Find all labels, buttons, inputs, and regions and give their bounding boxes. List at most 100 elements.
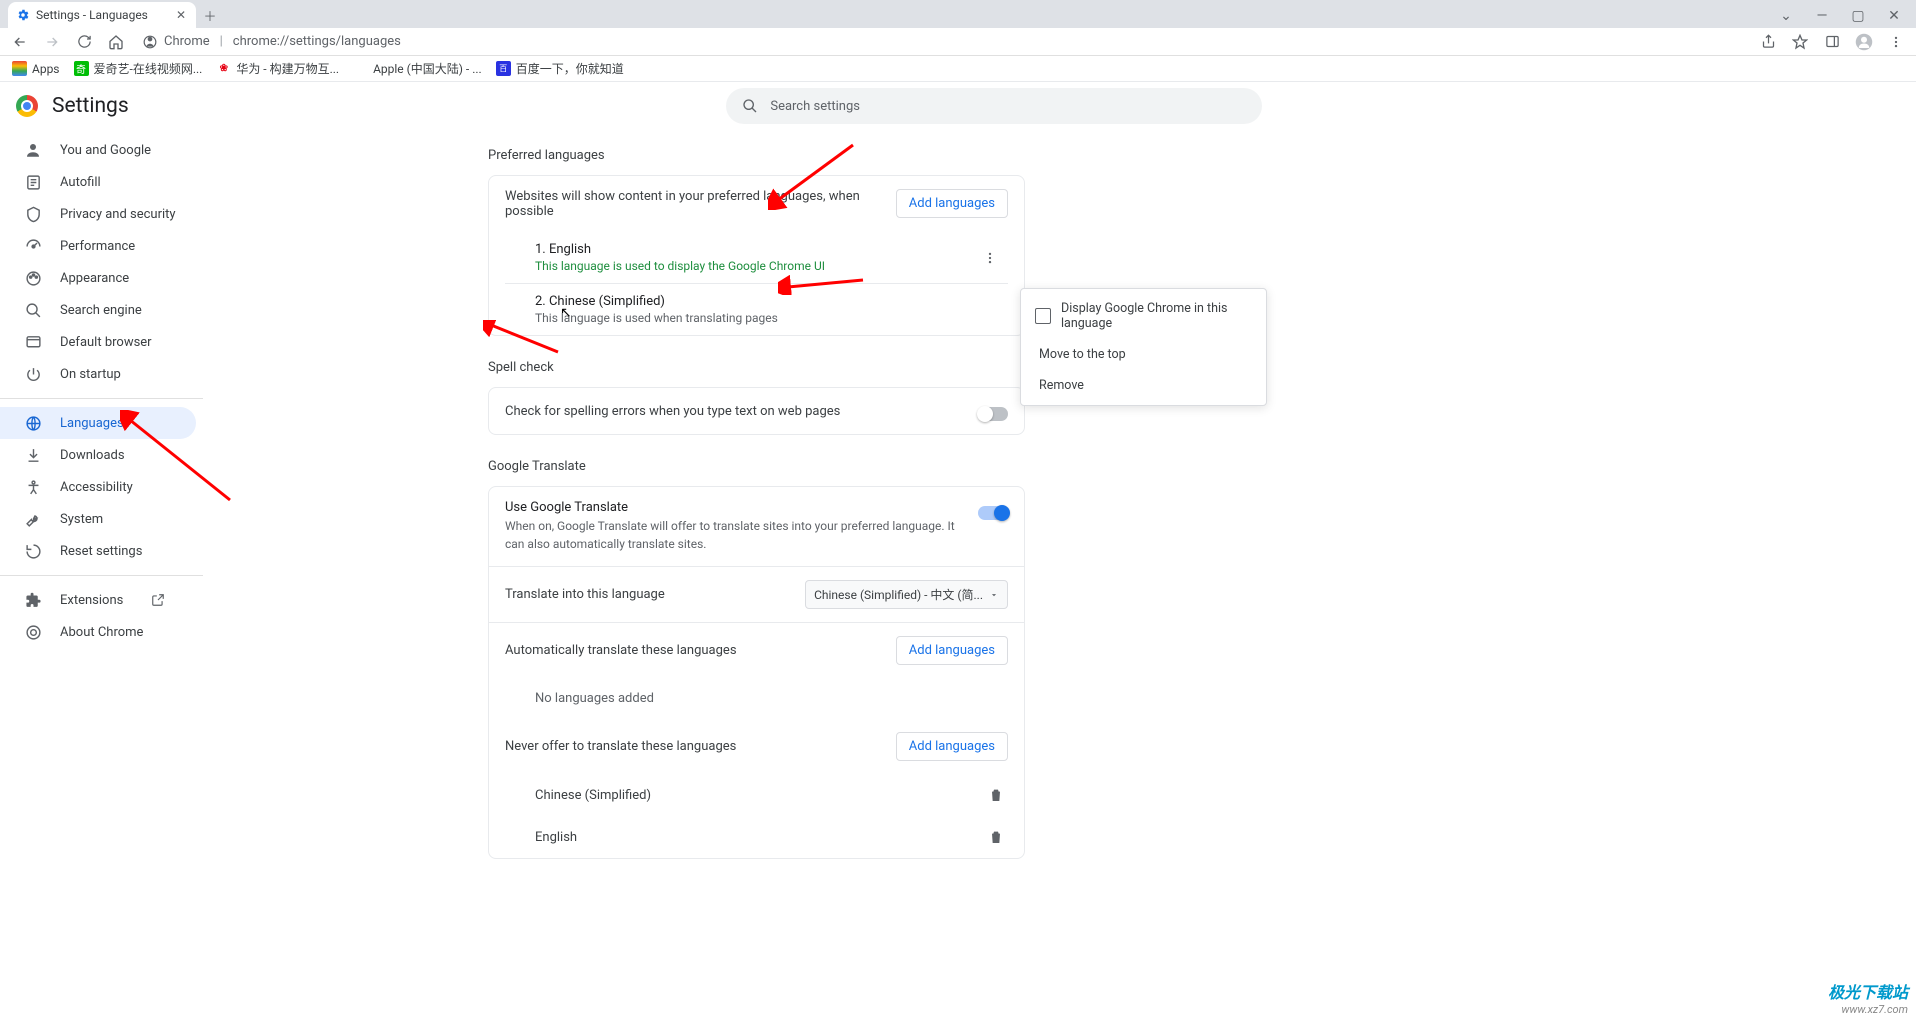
add-languages-button[interactable]: Add languages (896, 732, 1008, 761)
page-title: Settings (52, 94, 129, 118)
reload-button[interactable] (70, 30, 98, 54)
apps-bookmark[interactable]: Apps (12, 61, 60, 76)
menu-item-move-top[interactable]: Move to the top (1021, 339, 1266, 370)
power-icon (24, 366, 42, 383)
bookmark-item[interactable]: 百百度一下，你就知道 (496, 60, 624, 77)
bookmark-item[interactable]: ❀华为 - 构建万物互... (216, 60, 339, 77)
sidebar-item-downloads[interactable]: Downloads (0, 439, 258, 471)
menu-item-display-chrome[interactable]: Display Google Chrome in this language (1021, 293, 1266, 339)
browser-tab[interactable]: Settings - Languages ✕ (8, 2, 196, 28)
settings-main: Preferred languages Websites will show c… (258, 130, 1916, 1024)
no-languages-row: No languages added (489, 678, 1024, 719)
wrench-icon (24, 511, 42, 528)
bookmark-item[interactable]: Apple (中国大陆) - ... (353, 60, 482, 77)
home-button[interactable] (102, 30, 130, 54)
sidebar-item-default-browser[interactable]: Default browser (0, 326, 258, 358)
browser-icon (24, 334, 42, 351)
window-close-button[interactable]: ✕ (1880, 4, 1908, 28)
preferred-desc: Websites will show content in your prefe… (505, 189, 880, 219)
chrome-logo-icon (16, 95, 38, 117)
extension-icon (24, 592, 42, 609)
chrome-icon (24, 624, 42, 641)
settings-header: Settings Search settings (0, 82, 1916, 130)
menu-item-remove[interactable]: Remove (1021, 370, 1266, 401)
site-icon: 百 (496, 61, 511, 76)
divider (0, 398, 203, 399)
reset-icon (24, 543, 42, 560)
search-icon (24, 302, 42, 319)
bookmark-icon[interactable] (1786, 30, 1814, 54)
side-panel-icon[interactable] (1818, 30, 1846, 54)
sidebar-item-search-engine[interactable]: Search engine (0, 294, 258, 326)
watermark: 极光下载站 www.xz7.com (1828, 979, 1908, 1016)
download-icon (24, 447, 42, 464)
delete-button[interactable] (984, 829, 1008, 845)
sidebar-item-privacy[interactable]: Privacy and security (0, 198, 258, 230)
use-translate-label: Use Google Translate (505, 500, 962, 515)
language-item-english: 1. English This language is used to disp… (489, 232, 1024, 283)
sidebar-item-extensions[interactable]: Extensions (0, 584, 258, 616)
sidebar-item-accessibility[interactable]: Accessibility (0, 471, 258, 503)
share-icon[interactable] (1754, 30, 1782, 54)
use-translate-desc: When on, Google Translate will offer to … (505, 517, 962, 553)
more-options-button[interactable] (978, 246, 1002, 270)
spell-check-toggle[interactable] (978, 407, 1008, 421)
never-translate-item: English (489, 816, 1024, 858)
url-host: Chrome (164, 34, 210, 49)
forward-button[interactable] (38, 30, 66, 54)
sidebar-item-about[interactable]: About Chrome (0, 616, 258, 648)
add-languages-button[interactable]: Add languages (896, 189, 1008, 218)
translate-toggle[interactable] (978, 506, 1008, 520)
external-link-icon (151, 593, 165, 607)
section-preferred-languages: Preferred languages (488, 148, 1916, 163)
shield-icon (24, 206, 42, 223)
cursor-icon: ↖ (560, 305, 572, 321)
browser-titlebar: Settings - Languages ✕ ＋ ⌄ — ▢ ✕ (0, 0, 1916, 28)
sidebar-item-languages[interactable]: Languages (0, 407, 196, 439)
delete-button[interactable] (984, 787, 1008, 803)
translate-into-dropdown[interactable]: Chinese (Simplified) - 中文 (简... (805, 580, 1008, 609)
language-context-menu: Display Google Chrome in this language M… (1020, 288, 1267, 406)
close-icon[interactable]: ✕ (174, 8, 188, 22)
checkbox-icon[interactable] (1035, 308, 1051, 324)
site-info-icon[interactable] (142, 35, 158, 49)
never-offer-label: Never offer to translate these languages (505, 739, 736, 754)
brush-icon (24, 270, 42, 287)
bookmarks-bar: Apps 奇爱奇艺-在线视频网... ❀华为 - 构建万物互... Apple … (0, 56, 1916, 82)
site-icon: ❀ (216, 61, 231, 76)
search-input[interactable]: Search settings (726, 88, 1262, 124)
back-button[interactable] (6, 30, 34, 54)
settings-sidebar: You and Google Autofill Privacy and secu… (0, 130, 258, 1024)
sidebar-item-performance[interactable]: Performance (0, 230, 258, 262)
divider (0, 575, 203, 576)
sidebar-item-on-startup[interactable]: On startup (0, 358, 258, 390)
globe-icon (24, 415, 42, 432)
search-icon (742, 98, 758, 114)
minimize-button[interactable]: — (1808, 4, 1836, 28)
search-placeholder: Search settings (770, 99, 860, 114)
section-google-translate: Google Translate (488, 459, 1916, 474)
sidebar-item-you-and-google[interactable]: You and Google (0, 134, 258, 166)
speed-icon (24, 238, 42, 255)
sidebar-item-reset[interactable]: Reset settings (0, 535, 258, 567)
accessibility-icon (24, 479, 42, 496)
add-languages-button[interactable]: Add languages (896, 636, 1008, 665)
sidebar-item-system[interactable]: System (0, 503, 258, 535)
sidebar-item-autofill[interactable]: Autofill (0, 166, 258, 198)
translate-into-label: Translate into this language (505, 587, 665, 602)
menu-icon[interactable] (1882, 30, 1910, 54)
url-path: chrome://settings/languages (233, 34, 401, 49)
tab-dropdown-icon[interactable]: ⌄ (1772, 4, 1800, 28)
maximize-button[interactable]: ▢ (1844, 4, 1872, 28)
new-tab-button[interactable]: ＋ (196, 2, 224, 28)
never-translate-item: Chinese (Simplified) (489, 774, 1024, 816)
chevron-down-icon (989, 590, 999, 600)
bookmark-item[interactable]: 奇爱奇艺-在线视频网... (74, 60, 203, 77)
spell-check-card: Check for spelling errors when you type … (488, 387, 1025, 435)
gear-icon (16, 8, 30, 22)
sidebar-item-appearance[interactable]: Appearance (0, 262, 258, 294)
autofill-icon (24, 174, 42, 191)
profile-icon[interactable] (1850, 30, 1878, 54)
auto-translate-label: Automatically translate these languages (505, 643, 737, 658)
address-bar[interactable]: Chrome | chrome://settings/languages (134, 30, 1750, 54)
